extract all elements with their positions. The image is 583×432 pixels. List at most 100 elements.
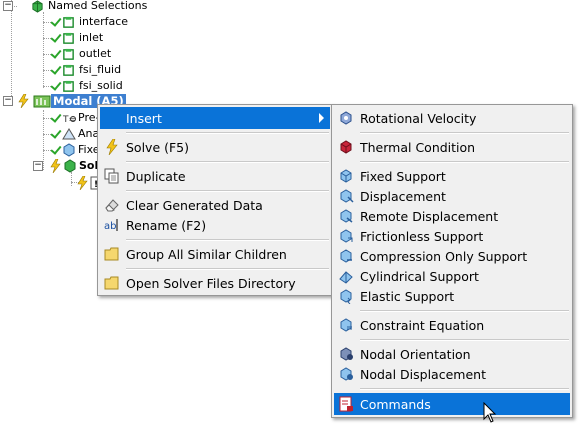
menu-item-clear-generated-data[interactable]: Clear Generated Data [100, 194, 330, 216]
rotational-velocity-icon [340, 111, 352, 125]
check-icon [50, 111, 62, 125]
folder-icon [104, 276, 119, 290]
menu-item-label: Remote Displacement [360, 208, 499, 224]
menu-item-displacement[interactable]: Displacement [334, 185, 570, 207]
menu-separator [360, 132, 569, 134]
menu-item-label: Cylindrical Support [360, 268, 479, 284]
nodal-displacement-icon [340, 367, 353, 381]
menu-item-remote-displacement[interactable]: Remote Displacement [334, 205, 570, 227]
tree-item-fsi-solid[interactable]: fsi_solid [50, 78, 125, 94]
menu-item-commands[interactable]: Commands [334, 393, 570, 415]
menu-item-label: Insert [126, 110, 162, 126]
tree-item-pre-stress[interactable]: T= Pre- [50, 110, 101, 126]
selection-icon [63, 32, 74, 44]
collapse-toggle[interactable]: − [33, 161, 43, 171]
compression-only-support-icon [340, 249, 352, 263]
menu-item-frictionless-support[interactable]: Frictionless Support [334, 225, 570, 247]
fixed-support-icon [63, 143, 75, 157]
menu-item-duplicate[interactable]: Duplicate [100, 165, 330, 187]
menu-separator [360, 339, 569, 341]
tree-label: interface [79, 15, 129, 28]
tree-label: Named Selections [48, 0, 148, 12]
tree-item-inlet[interactable]: inlet [50, 30, 105, 46]
analysis-settings-icon [62, 128, 76, 140]
check-icon [50, 63, 62, 77]
menu-separator [360, 310, 569, 312]
menu-item-label: Fixed Support [360, 168, 446, 184]
selection-icon [63, 48, 74, 60]
collapse-toggle[interactable]: − [3, 1, 13, 11]
menu-item-label: Solve (F5) [126, 139, 190, 155]
menu-item-compression-only-support[interactable]: Compression Only Support [334, 245, 570, 267]
check-icon [50, 79, 62, 93]
check-icon [50, 47, 62, 61]
tree-item-interface[interactable]: interface [50, 14, 130, 30]
menu-item-label: Displacement [360, 188, 446, 204]
rename-icon: ab [104, 219, 118, 232]
selection-icon [63, 80, 74, 92]
menu-item-open-solver-files-directory[interactable]: Open Solver Files Directory [100, 272, 330, 294]
menu-item-rename[interactable]: ab Rename (F2) [100, 214, 330, 236]
menu-item-thermal-condition[interactable]: Thermal Condition [334, 136, 570, 158]
context-menu: Insert Solve (F5) Duplicate Clear Genera… [97, 104, 333, 296]
tree-item-fsi-fluid[interactable]: fsi_fluid [50, 62, 123, 78]
lightning-icon [50, 159, 61, 173]
menu-item-label: Duplicate [126, 168, 186, 184]
fixed-support-icon [340, 169, 352, 183]
submenu-arrow-icon [319, 113, 324, 123]
collapse-toggle[interactable]: − [3, 96, 13, 106]
remote-displacement-icon [340, 209, 353, 223]
menu-separator [126, 132, 329, 134]
menu-separator [126, 161, 329, 163]
check-icon [50, 143, 62, 157]
elastic-support-icon [340, 289, 352, 304]
menu-item-label: Rotational Velocity [360, 110, 477, 126]
commands-icon [339, 396, 353, 412]
displacement-icon [340, 189, 354, 203]
tree-item-solution[interactable]: − Sol [33, 158, 100, 174]
menu-item-nodal-displacement[interactable]: Nodal Displacement [334, 363, 570, 385]
menu-item-rotational-velocity[interactable]: Rotational Velocity [334, 107, 570, 129]
check-icon [50, 15, 62, 29]
menu-item-label: Frictionless Support [360, 228, 484, 244]
mouse-cursor-icon [483, 402, 497, 423]
lightning-icon [18, 94, 29, 108]
menu-item-label: Constraint Equation [360, 317, 485, 333]
tree-item-named-selections[interactable]: − Named Selections [3, 0, 149, 14]
menu-item-label: Nodal Orientation [360, 346, 471, 362]
menu-item-group-all-similar-children[interactable]: Group All Similar Children [100, 243, 330, 265]
menu-item-label: Elastic Support [360, 288, 455, 304]
tree-item-fixed-support[interactable]: Fixe [50, 142, 102, 158]
insert-icon [104, 110, 120, 126]
check-icon [50, 127, 62, 141]
frictionless-support-icon [340, 229, 353, 243]
menu-item-nodal-orientation[interactable]: Nodal Orientation [334, 343, 570, 365]
tree-label: inlet [79, 31, 104, 44]
menu-item-solve[interactable]: Solve (F5) [100, 136, 330, 158]
svg-text:ab: ab [104, 221, 116, 232]
menu-item-label: Commands [360, 396, 431, 412]
menu-item-label: Thermal Condition [360, 139, 476, 155]
thermal-condition-icon [340, 140, 352, 154]
menu-item-insert[interactable]: Insert [100, 107, 330, 129]
duplicate-icon [104, 168, 119, 184]
menu-separator [126, 268, 329, 270]
insert-submenu: Rotational Velocity Thermal Condition Fi… [331, 104, 573, 418]
tree-item-outlet[interactable]: outlet [50, 46, 113, 62]
tree-item-analysis-settings[interactable]: Ana [50, 126, 101, 142]
lightning-icon [77, 176, 88, 190]
cylindrical-support-icon [339, 271, 353, 284]
pre-stress-icon: T= [62, 115, 76, 125]
tree-label: fsi_solid [79, 79, 123, 92]
menu-separator [126, 190, 329, 192]
menu-separator [360, 388, 569, 390]
eraser-icon [105, 199, 119, 212]
menu-separator [360, 161, 569, 163]
menu-item-label: Compression Only Support [360, 248, 528, 264]
folder-icon [104, 247, 119, 261]
menu-item-elastic-support[interactable]: Elastic Support [334, 285, 570, 307]
menu-item-constraint-equation[interactable]: Constraint Equation [334, 314, 570, 336]
menu-item-cylindrical-support[interactable]: Cylindrical Support [334, 265, 570, 287]
menu-item-fixed-support[interactable]: Fixed Support [334, 165, 570, 187]
modal-analysis-icon [33, 95, 51, 108]
